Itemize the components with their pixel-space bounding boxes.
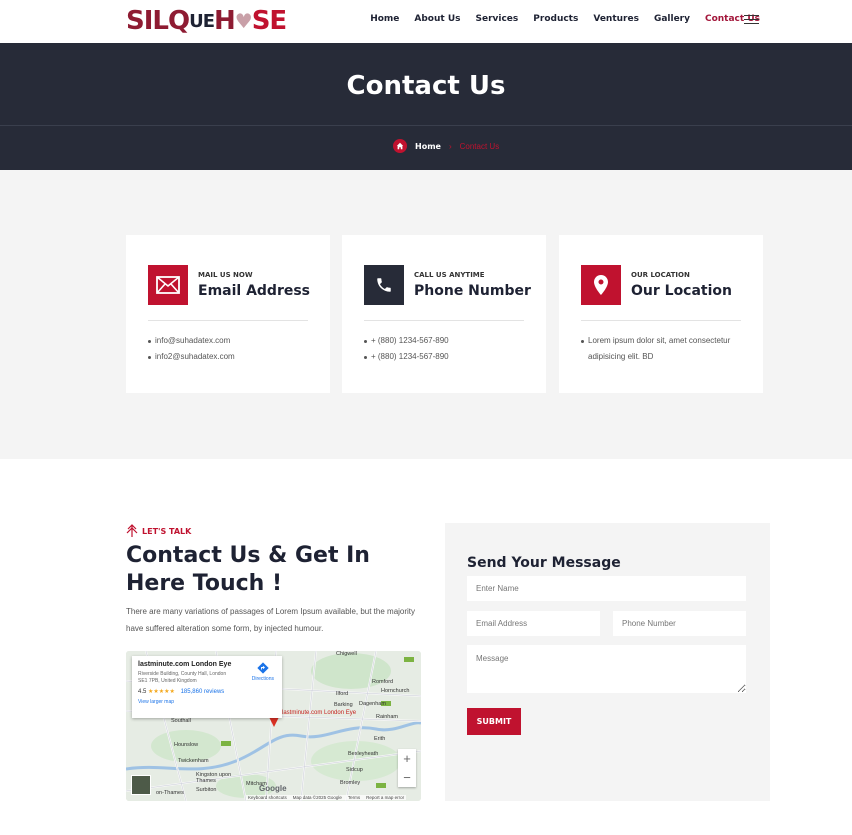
map-place-address: Riverside Building, County Hall, London … — [138, 671, 227, 684]
reviews-link[interactable]: 185,860 reviews — [181, 689, 225, 695]
map-place-label: Hounslow — [174, 742, 199, 748]
map-place-label: Kingston upon Thames — [196, 772, 232, 784]
page-title: Contact Us — [346, 71, 506, 101]
lets-talk-label: LET'S TALK — [142, 526, 192, 536]
lets-talk-tag: LET'S TALK — [126, 524, 191, 538]
logo-part: SE — [251, 6, 287, 36]
email-item[interactable]: info@suhadatex.com — [148, 333, 318, 349]
map-place-label: Bexleyheath — [348, 751, 379, 757]
message-textarea[interactable] — [467, 645, 746, 693]
main-nav: Home About Us Services Products Ventures… — [370, 14, 760, 24]
report-error-link[interactable]: Report a map error — [366, 795, 404, 800]
breadcrumb: Home › Contact Us — [393, 139, 499, 153]
map-place-label: Sidcup — [346, 767, 363, 773]
location-pin-icon — [581, 265, 621, 305]
map-place-label: Romford — [372, 679, 394, 685]
google-wordmark: Google — [259, 784, 287, 793]
location-card: OUR LOCATION Our Location Lorem ipsum do… — [559, 235, 763, 393]
breadcrumb-current: Contact Us — [459, 141, 500, 151]
logo-part: SILQ — [126, 6, 190, 36]
hamburger-menu-icon[interactable] — [744, 15, 759, 25]
phone-input[interactable] — [613, 611, 746, 636]
rating-value: 4.5 — [138, 689, 147, 695]
contact-info-section: MAIL US NOW Email Address info@suhadatex… — [0, 170, 852, 459]
map-place-label: Hornchurch — [381, 688, 410, 694]
map-place-label: Erith — [374, 736, 386, 742]
email-input[interactable] — [467, 611, 600, 636]
map-place-label: Surbiton — [196, 787, 217, 793]
card-kicker: OUR LOCATION — [631, 271, 690, 279]
address-item: Lorem ipsum dolor sit, amet consectetur … — [581, 333, 741, 365]
card-kicker: MAIL US NOW — [198, 271, 253, 279]
nav-home[interactable]: Home — [370, 14, 399, 24]
zoom-in-button[interactable]: + — [398, 749, 416, 768]
map-place-label: Ilford — [336, 691, 349, 697]
map-rating: 4.5 ★★★★★ 185,860 reviews — [138, 688, 276, 695]
card-divider — [581, 320, 741, 321]
satellite-toggle[interactable] — [131, 775, 151, 795]
star-rating-icon: ★★★★★ — [148, 689, 175, 695]
email-item[interactable]: info2@suhadatex.com — [148, 349, 318, 365]
map-place-label: Bromley — [340, 780, 361, 786]
page-banner: Contact Us Home › Contact Us — [0, 43, 852, 170]
contact-form: Send Your Message SUBMIT — [445, 523, 770, 801]
card-title: Email Address — [198, 283, 311, 299]
card-divider — [364, 320, 524, 321]
directions-label: Directions — [251, 676, 274, 682]
map-zoom-control: + − — [398, 749, 416, 787]
map-place-label: Dagenham — [359, 701, 386, 707]
antenna-icon — [126, 524, 138, 537]
nav-services[interactable]: Services — [476, 14, 519, 24]
map-place-label: on-Thames — [156, 790, 184, 796]
terms-link[interactable]: Terms — [348, 795, 360, 800]
phone-icon — [364, 265, 404, 305]
map-place-label: Rainham — [376, 714, 399, 720]
logo-heart-icon: ♥ — [234, 9, 253, 33]
name-input[interactable] — [467, 576, 746, 601]
envelope-icon — [148, 265, 188, 305]
keyboard-shortcuts-link[interactable]: Keyboard shortcuts — [248, 795, 287, 800]
map-marker-icon[interactable] — [269, 717, 279, 727]
directions-button[interactable]: Directions — [252, 662, 274, 682]
nav-ventures[interactable]: Ventures — [593, 14, 639, 24]
directions-icon — [257, 662, 269, 674]
nav-about[interactable]: About Us — [414, 14, 460, 24]
nav-products[interactable]: Products — [533, 14, 578, 24]
banner-divider — [0, 125, 852, 126]
card-list: Lorem ipsum dolor sit, amet consectetur … — [581, 333, 741, 365]
card-divider — [148, 320, 308, 321]
map-place-label: Chigwell — [336, 651, 357, 657]
card-kicker: CALL US ANYTIME — [414, 271, 485, 279]
phone-card: CALL US ANYTIME Phone Number + (880) 123… — [342, 235, 546, 393]
breadcrumb-separator: › — [448, 141, 452, 151]
card-title: Our Location — [631, 283, 733, 299]
map-place-card: lastminute.com London Eye Riverside Buil… — [132, 656, 282, 718]
card-list: + (880) 1234-567-890 + (880) 1234-567-89… — [364, 333, 534, 365]
map-footer: Keyboard shortcuts Map data ©2025 Google… — [246, 795, 407, 800]
map-place-label: Twickenham — [178, 758, 209, 764]
logo-part: H — [214, 6, 236, 36]
map-place-label: Southall — [171, 718, 191, 724]
map-pin-label: lastminute.com London Eye — [282, 710, 357, 716]
home-icon[interactable] — [393, 139, 407, 153]
form-heading: Send Your Message — [467, 555, 621, 571]
map-place-label: Barking — [334, 702, 353, 708]
email-card: MAIL US NOW Email Address info@suhadatex… — [126, 235, 330, 393]
submit-button[interactable]: SUBMIT — [467, 708, 521, 735]
site-logo[interactable]: SILQ UE H ♥ SE — [126, 6, 287, 36]
nav-gallery[interactable]: Gallery — [654, 14, 690, 24]
card-list: info@suhadatex.com info2@suhadatex.com — [148, 333, 318, 365]
logo-part: UE — [189, 10, 215, 32]
google-map[interactable]: Chigwell Romford Hornchurch Ilford Barki… — [126, 651, 421, 801]
site-header: SILQ UE H ♥ SE Home About Us Services Pr… — [0, 0, 852, 43]
breadcrumb-home[interactable]: Home — [415, 142, 441, 151]
section-description: There are many variations of passages of… — [126, 607, 416, 633]
phone-item[interactable]: + (880) 1234-567-890 — [364, 349, 534, 365]
phone-item[interactable]: + (880) 1234-567-890 — [364, 333, 534, 349]
section-heading: Contact Us & Get In Here Touch ! — [126, 543, 370, 596]
zoom-out-button[interactable]: − — [398, 768, 416, 787]
map-data-attribution: Map data ©2025 Google — [292, 795, 342, 800]
card-title: Phone Number — [414, 283, 531, 299]
view-larger-map-link[interactable]: View larger map — [138, 699, 276, 705]
